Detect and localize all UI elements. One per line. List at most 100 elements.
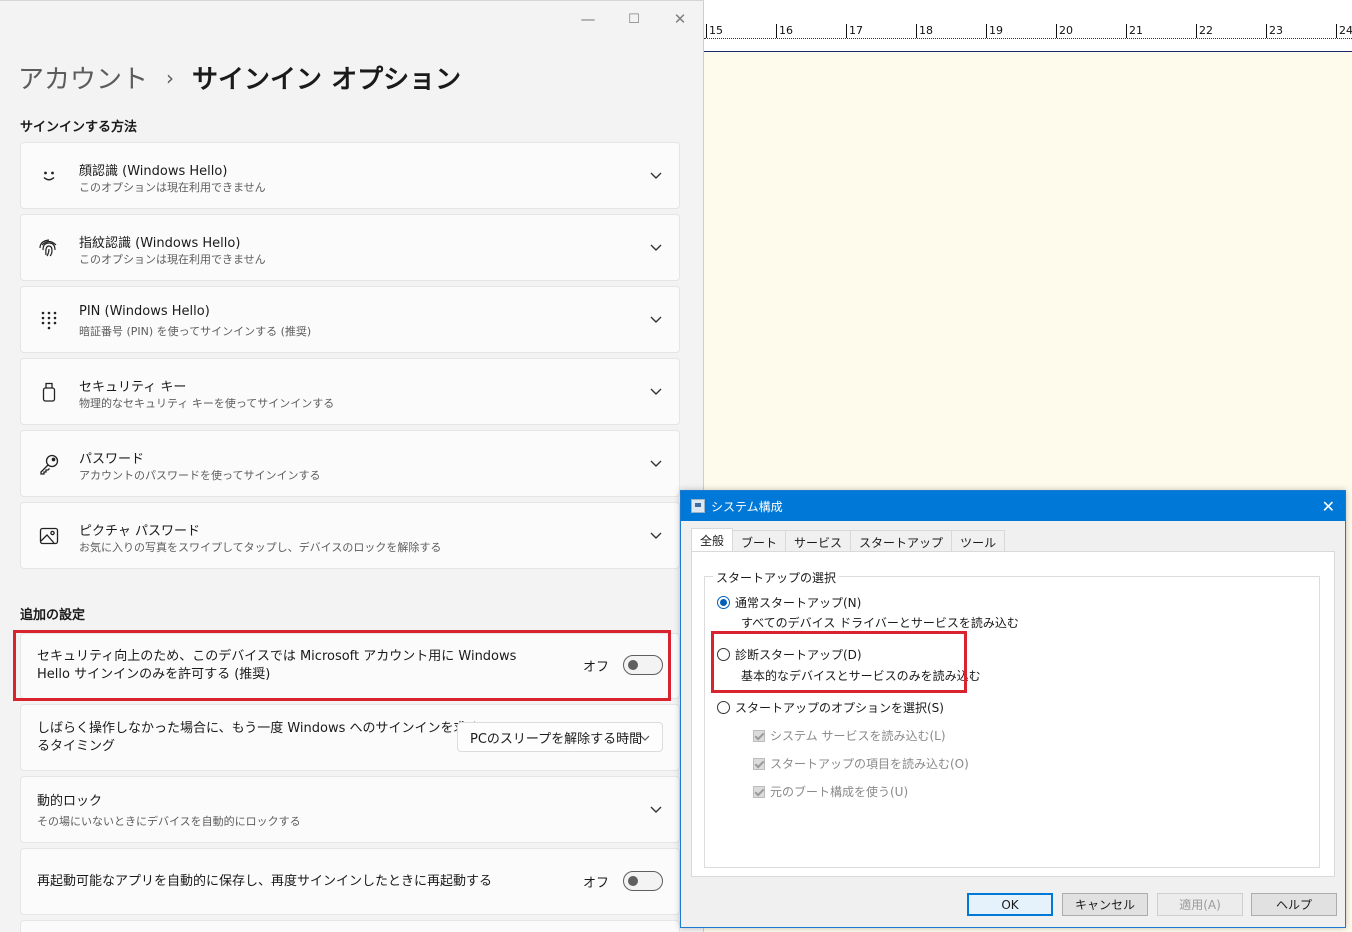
signin-option-fingerprint[interactable]: 指紋認識 (Windows Hello) このオプションは現在利用できません [20,214,680,281]
fingerprint-icon [37,236,61,260]
dialog-tabs: 全般 ブート サービス スタートアップ ツール [691,528,1006,551]
setting-reauth: しばらく操作しなかった場合に、もう一度 Windows へのサインインを求め る… [20,704,680,771]
reauth-dropdown-value: PCのスリープを解除する時間 [470,731,643,747]
chevron-down-icon [649,457,663,471]
minimize-button[interactable]: — [565,1,611,37]
face-icon [37,164,61,188]
ruler-tick: 17 [846,24,863,38]
chevron-down-icon [649,385,663,399]
highlight-box [711,631,967,693]
signin-option-title: パスワード [79,452,145,467]
window-controls: — ☐ ✕ [565,1,703,37]
toggle-state-label: オフ [582,875,609,891]
radio-normal-startup[interactable]: 通常スタートアップ(N) [717,594,861,611]
restart-apps-toggle[interactable] [623,871,663,891]
chevron-down-icon [649,169,663,183]
chevron-down-icon [649,529,663,543]
breadcrumb-parent[interactable]: アカウント [18,59,148,96]
maximize-button[interactable]: ☐ [611,1,657,37]
checkbox-disabled-checked[interactable] [753,729,765,742]
chevron-down-icon [640,731,652,743]
tab-boot[interactable]: ブート [732,530,787,551]
checkbox-disabled-checked[interactable] [753,757,765,770]
section-title-signin: サインインする方法 [20,120,138,135]
chevron-down-icon [649,241,663,255]
signin-option-subtitle: お気に入りの写真をスワイプしてタップし、デバイスのロックを解除する [79,541,442,554]
ruler: 15 16 17 18 19 20 21 22 23 24 [704,0,1352,52]
ruler-tick: 19 [986,24,1003,38]
tab-panel-general: スタートアップの選択 通常スタートアップ(N) すべてのデバイス ドライバーとサ… [691,551,1335,877]
picture-icon [37,524,61,548]
dynamic-lock-title: 動的ロック [37,794,103,809]
settings-window: — ☐ ✕ アカウント › サインイン オプション サインインする方法 顔認識 … [0,0,704,932]
radio-button[interactable] [717,701,730,714]
ok-button[interactable]: OK [967,893,1053,916]
radio-button-selected[interactable] [717,596,730,609]
signin-option-face[interactable]: 顔認識 (Windows Hello) このオプションは現在利用できません [20,142,680,209]
restart-apps-text: 再起動可能なアプリを自動的に保存し、再度サインインしたときに再起動する [37,874,493,889]
checkbox-load-system-services[interactable]: システム サービスを読み込む(L) [753,727,946,744]
setting-dynamic-lock[interactable]: 動的ロック その場にいないときにデバイスを自動的にロックする [20,776,680,843]
dialog-close-button[interactable]: ✕ [1322,497,1335,516]
chevron-down-icon [649,803,663,817]
signin-option-title: 指紋認識 (Windows Hello) [79,236,241,251]
pin-keypad-icon [37,308,61,332]
signin-option-title: PIN (Windows Hello) [79,304,210,319]
signin-option-subtitle: 暗証番号 (PIN) を使ってサインインする (推奨) [79,325,312,338]
system-config-dialog: システム構成 ✕ 全般 ブート サービス スタートアップ ツール スタートアップ… [680,490,1346,928]
section-title-additional: 追加の設定 [20,608,86,623]
signin-option-security-key[interactable]: セキュリティ キー 物理的なセキュリティ キーを使ってサインインする [20,358,680,425]
group-label: スタートアップの選択 [713,569,840,586]
cancel-button[interactable]: キャンセル [1062,893,1148,916]
dialog-title: システム構成 [711,499,783,514]
apply-button[interactable]: 適用(A) [1157,893,1243,916]
setting-reauth-line1: しばらく操作しなかった場合に、もう一度 Windows へのサインインを求め [37,721,480,736]
ruler-tick: 16 [776,24,793,38]
signin-option-title: セキュリティ キー [79,380,187,395]
signin-option-password[interactable]: パスワード アカウントのパスワードを使ってサインインする [20,430,680,497]
key-icon [37,452,61,476]
ruler-tick: 24 [1336,24,1352,38]
dynamic-lock-subtitle: その場にいないときにデバイスを自動的にロックする [37,815,301,828]
checkbox-label: スタートアップの項目を読み込む(O) [770,757,969,771]
checkbox-label: システム サービスを読み込む(L) [770,729,946,743]
ruler-tick: 21 [1126,24,1143,38]
tab-tools[interactable]: ツール [951,530,1006,551]
setting-restart-apps: 再起動可能なアプリを自動的に保存し、再度サインインしたときに再起動する オフ [20,848,680,915]
tab-general[interactable]: 全般 [691,528,734,551]
signin-option-pin[interactable]: PIN (Windows Hello) 暗証番号 (PIN) を使ってサインイン… [20,286,680,353]
tab-services[interactable]: サービス [785,530,852,551]
radio-selective-startup[interactable]: スタートアップのオプションを選択(S) [717,699,944,716]
signin-option-picture-password[interactable]: ピクチャ パスワード お気に入りの写真をスワイプしてタップし、デバイスのロックを… [20,502,680,569]
ruler-tick: 15 [706,24,723,38]
reauth-dropdown[interactable]: PCのスリープを解除する時間 [457,722,663,752]
ruler-tick: 23 [1266,24,1283,38]
checkbox-original-boot-config[interactable]: 元のブート構成を使う(U) [753,783,908,800]
page-title: サインイン オプション [192,65,462,95]
checkbox-label: 元のブート構成を使う(U) [770,785,909,799]
help-button[interactable]: ヘルプ [1251,893,1337,916]
signin-option-title: ピクチャ パスワード [79,524,201,539]
radio-label: 通常スタートアップ(N) [735,596,862,610]
ruler-tick: 20 [1056,24,1073,38]
signin-option-subtitle: 物理的なセキュリティ キーを使ってサインインする [79,397,335,410]
ruler-tick: 18 [916,24,933,38]
dialog-titlebar[interactable]: システム構成 ✕ [681,491,1345,521]
breadcrumb: アカウント › サインイン オプション [18,59,461,96]
setting-reauth-line2: るタイミング [37,739,116,754]
close-button[interactable]: ✕ [657,1,703,37]
radio-label: スタートアップのオプションを選択(S) [735,701,944,715]
radio-description: すべてのデバイス ドライバーとサービスを読み込む [741,616,1019,630]
checkbox-load-startup-items[interactable]: スタートアップの項目を読み込む(O) [753,755,969,772]
signin-option-title: 顔認識 (Windows Hello) [79,164,228,179]
breadcrumb-separator: › [166,65,175,90]
checkbox-disabled-checked[interactable] [753,785,765,798]
signin-option-subtitle: アカウントのパスワードを使ってサインインする [79,469,321,482]
tab-startup[interactable]: スタートアップ [850,530,953,551]
highlight-box [13,630,671,701]
signin-option-subtitle: このオプションは現在利用できません [79,253,266,266]
signin-option-subtitle: このオプションは現在利用できません [79,181,266,194]
setting-next-partial [20,920,680,932]
ruler-tick: 22 [1196,24,1213,38]
startup-selection-group: スタートアップの選択 通常スタートアップ(N) すべてのデバイス ドライバーとサ… [704,569,1320,868]
